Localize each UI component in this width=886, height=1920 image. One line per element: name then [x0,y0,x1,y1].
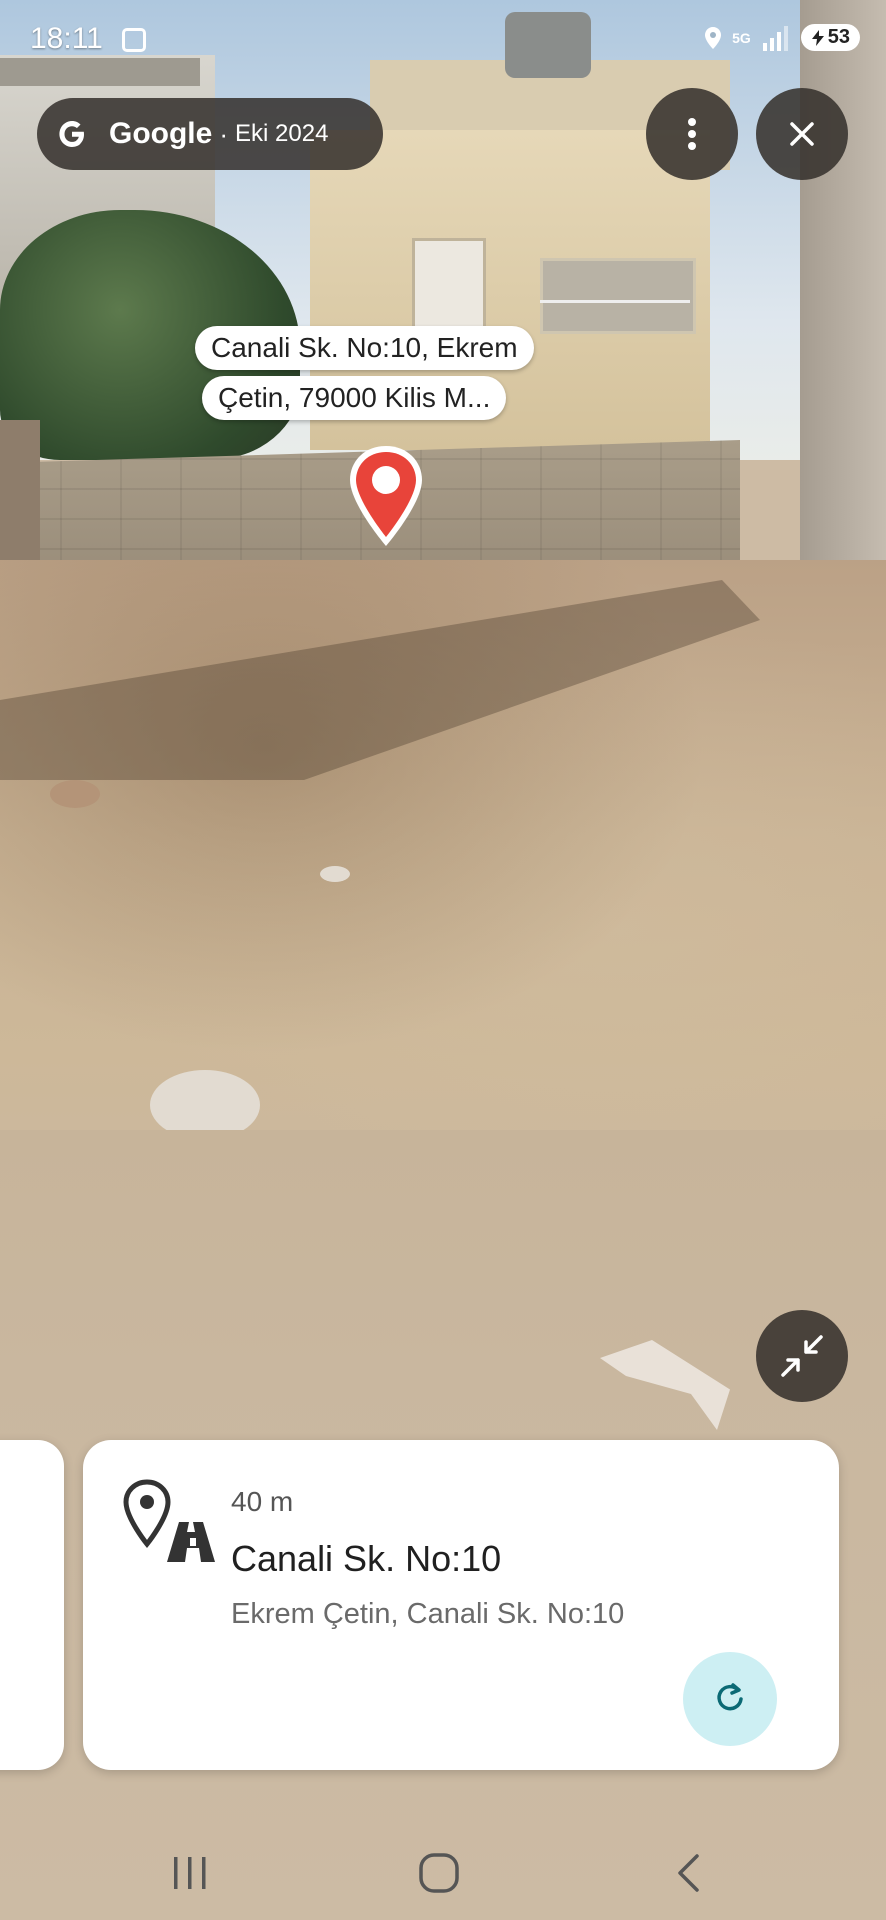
more-options-button[interactable] [646,88,738,180]
place-title: Canali Sk. No:10 [231,1538,502,1579]
battery-level: 53 [827,26,850,48]
back-button[interactable] [663,1848,713,1898]
imagery-info-pill[interactable]: Google · Eki 2024 [37,98,383,170]
building-window [412,238,486,329]
refresh-icon [717,1683,743,1711]
google-g-icon [59,121,84,147]
system-navigation-bar [0,1820,886,1920]
place-card[interactable]: 40 m Canali Sk. No:10 Ekrem Çetin, Canal… [83,1440,839,1770]
charging-icon [811,29,824,46]
status-time: 18:11 [30,22,103,55]
location-pin-icon[interactable] [344,442,428,552]
brand-title: Google [109,117,213,150]
rock [320,866,350,882]
more-vert-icon [688,118,696,150]
signal-icon [762,25,788,51]
collapse-view-button[interactable] [756,1310,848,1402]
recents-button[interactable] [165,1848,215,1898]
close-button[interactable] [756,88,848,180]
back-icon [678,1854,699,1892]
collapse-icon [781,1335,823,1377]
location-status-icon [705,26,722,49]
refresh-button[interactable] [683,1652,777,1746]
network-type: 5G [732,29,751,46]
place-distance: 40 m [231,1486,294,1517]
location-road-icon [123,1479,215,1562]
previous-place-card[interactable] [0,1440,64,1770]
title-separator: · [219,118,229,149]
home-icon [419,1853,459,1893]
home-button[interactable] [414,1848,464,1898]
rock [50,780,100,808]
address-label-line1[interactable]: Canali Sk. No:10, Ekrem [195,326,534,370]
battery-indicator: 53 [800,24,860,51]
status-icons: 5G 53 [704,24,860,51]
close-icon [790,122,814,146]
screenshot-icon [122,28,146,52]
status-bar: 18:11 5G 53 [0,0,886,84]
place-subtitle: Ekrem Çetin, Canali Sk. No:10 [231,1598,625,1630]
imagery-date: Eki 2024 [235,120,329,147]
address-label-line2[interactable]: Çetin, 79000 Kilis M... [202,376,507,420]
balcony-rail [540,300,690,328]
recents-icon [174,1857,206,1889]
